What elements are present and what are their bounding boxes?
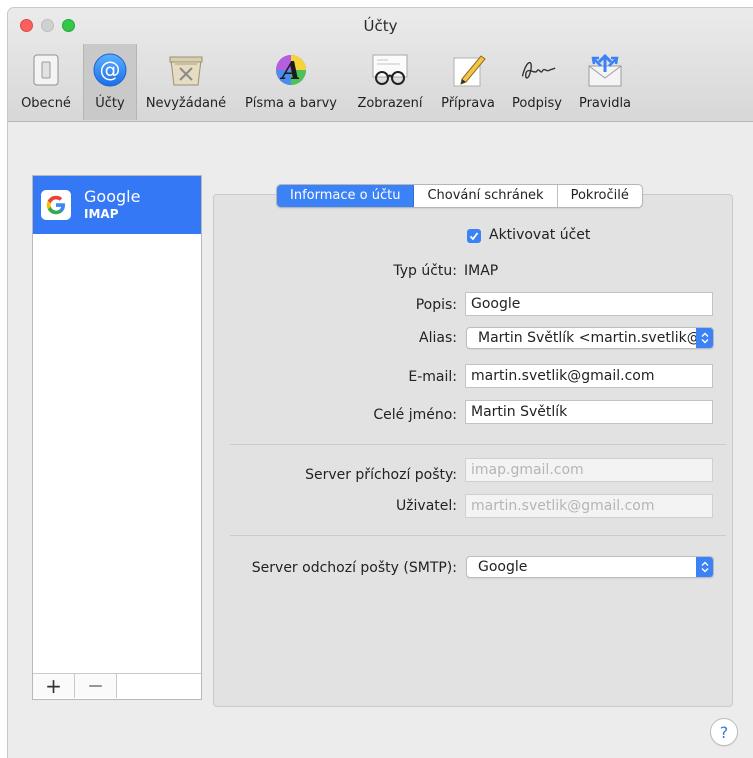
tab-account-information[interactable]: Informace o účtu <box>277 185 415 207</box>
accounts-list-footer: + — <box>33 673 201 699</box>
font-color-icon: A <box>271 50 311 90</box>
divider <box>230 535 726 536</box>
alias-label: Alias: <box>419 330 457 346</box>
description-label: Popis: <box>415 297 457 313</box>
toolbar-label: Pravidla <box>578 96 632 111</box>
username-label: Uživatel: <box>395 498 457 514</box>
toolbar-item-fonts-colors[interactable]: A Písma a barvy <box>237 44 345 120</box>
checkmark-icon <box>469 232 479 241</box>
toolbar-item-general[interactable]: Obecné <box>14 44 78 120</box>
incoming-server-field[interactable]: imap.gmail.com <box>465 458 713 482</box>
signature-icon <box>517 50 557 90</box>
full-name-label: Celé jméno: <box>373 407 457 423</box>
remove-account-button[interactable]: — <box>75 674 117 698</box>
toolbar-label: Podpisy <box>512 96 562 111</box>
smtp-server-label: Server odchozí pošty (SMTP): <box>251 560 457 576</box>
full-name-field[interactable]: Martin Světlík <box>465 400 713 424</box>
account-row-google[interactable]: Google IMAP <box>33 176 201 234</box>
toolbar-label: Nevyžádané <box>145 96 227 111</box>
divider <box>230 444 726 445</box>
tab-advanced[interactable]: Pokročilé <box>558 185 642 207</box>
toolbar-item-junk[interactable]: Nevyžádané <box>140 44 232 120</box>
account-type-label: Typ účtu: <box>393 263 457 279</box>
settings-tabs: Informace o účtu Chování schránek Pokroč… <box>276 184 643 208</box>
toolbar-label: Příprava <box>441 96 495 111</box>
window-title: Účty <box>363 17 398 35</box>
glasses-icon <box>370 50 410 90</box>
account-type: IMAP <box>84 207 119 221</box>
svg-text:A: A <box>280 56 301 85</box>
smtp-server-popup[interactable]: Google <box>466 556 714 578</box>
alias-value: Martin Světlík <martin.svetlik@gmail.com… <box>478 330 713 346</box>
enable-account-label: Aktivovat účet <box>489 227 591 243</box>
incoming-server-label: Server příchozí pošty: <box>305 467 457 483</box>
at-sign-icon: @ <box>90 50 130 90</box>
switch-icon <box>26 50 66 90</box>
rules-envelope-icon <box>585 50 625 90</box>
titlebar: Účty Obecné @ Účty Nevyžádané A Písma a … <box>8 8 753 122</box>
enable-account-checkbox[interactable] <box>467 229 481 243</box>
preferences-window: Účty Obecné @ Účty Nevyžádané A Písma a … <box>8 8 753 758</box>
account-type-value: IMAP <box>464 263 499 279</box>
tab-mailbox-behaviors[interactable]: Chování schránek <box>414 185 558 207</box>
accounts-list: Google IMAP + — <box>32 175 202 700</box>
add-account-button[interactable]: + <box>33 674 75 698</box>
toolbar-item-viewing[interactable]: Zobrazení <box>349 44 431 120</box>
content-area: Google IMAP + — Informace o účtu Chování… <box>8 122 753 758</box>
pencil-paper-icon <box>448 50 488 90</box>
trash-bin-icon <box>166 50 206 90</box>
smtp-server-value: Google <box>478 559 528 575</box>
toolbar-label: Obecné <box>21 96 71 111</box>
chevron-updown-icon <box>696 328 713 348</box>
chevron-updown-icon <box>696 557 713 577</box>
toolbar-item-rules[interactable]: Pravidla <box>573 44 637 120</box>
google-icon <box>41 190 71 220</box>
toolbar-label: Písma a barvy <box>244 96 338 111</box>
toolbar-label: Zobrazení <box>357 96 423 111</box>
username-field[interactable]: martin.svetlik@gmail.com <box>465 494 713 518</box>
help-button[interactable]: ? <box>710 718 738 746</box>
email-field[interactable]: martin.svetlik@gmail.com <box>465 364 713 388</box>
alias-popup[interactable]: Martin Světlík <martin.svetlik@gmail.com… <box>466 327 714 349</box>
toolbar-item-signatures[interactable]: Podpisy <box>505 44 569 120</box>
svg-text:@: @ <box>100 58 121 82</box>
toolbar-item-composing[interactable]: Příprava <box>435 44 501 120</box>
description-field[interactable]: Google <box>465 292 713 316</box>
toolbar-label: Účty <box>95 96 125 111</box>
account-name: Google <box>84 187 141 206</box>
toolbar-item-accounts[interactable]: @ Účty <box>83 44 137 120</box>
email-label: E-mail: <box>408 369 457 385</box>
